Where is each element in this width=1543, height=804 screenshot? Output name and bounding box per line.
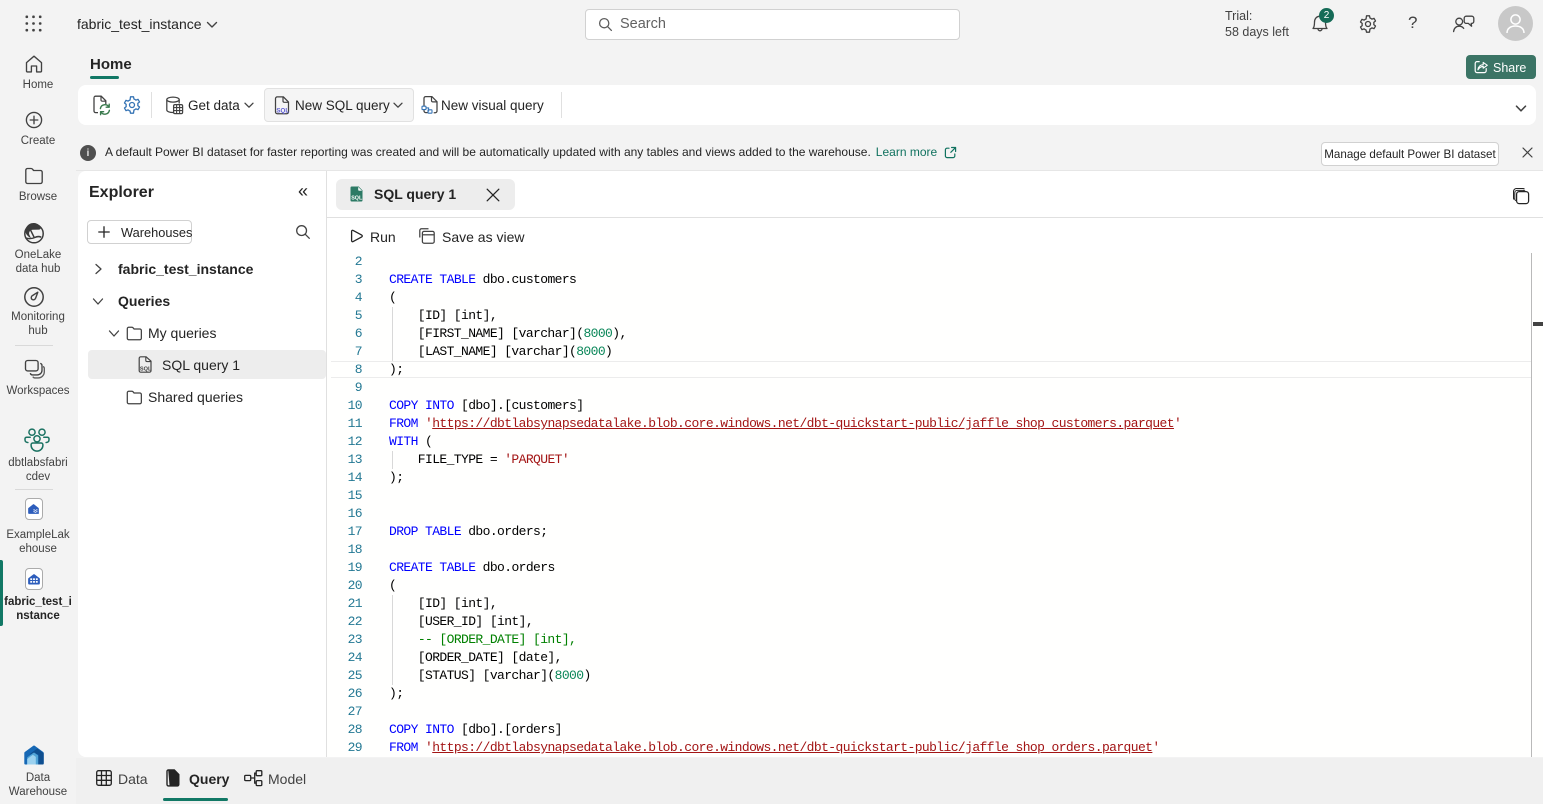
svg-text:SQL: SQL — [140, 367, 152, 373]
svg-text:SQL: SQL — [276, 107, 289, 114]
svg-text:SQL: SQL — [351, 195, 363, 201]
